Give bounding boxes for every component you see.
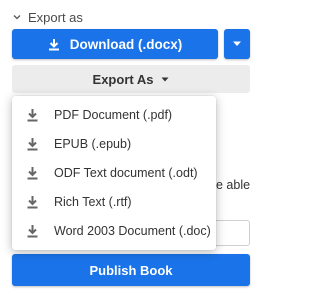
chevron-down-icon — [13, 15, 21, 20]
menu-item-epub[interactable]: EPUB (.epub) — [12, 130, 216, 159]
menu-item-label: PDF Document (.pdf) — [54, 108, 173, 123]
menu-item-label: Rich Text (.rtf) — [54, 194, 132, 209]
publish-book-button[interactable]: Publish Book — [12, 254, 250, 286]
export-as-label: Export As — [92, 71, 154, 87]
download-icon — [27, 138, 38, 151]
caret-down-icon — [161, 77, 169, 81]
publish-label: Publish Book — [89, 262, 173, 278]
menu-item-doc[interactable]: Word 2003 Document (.doc) — [12, 216, 216, 245]
caret-down-icon — [233, 41, 241, 46]
menu-item-pdf[interactable]: PDF Document (.pdf) — [12, 101, 216, 130]
download-options-button[interactable] — [224, 29, 250, 59]
download-icon — [27, 166, 38, 180]
download-icon — [27, 224, 38, 238]
export-as-button[interactable]: Export As — [12, 65, 250, 93]
menu-item-label: Word 2003 Document (.doc) — [54, 223, 211, 238]
download-icon — [27, 195, 38, 209]
download-label: Download (.docx) — [69, 36, 183, 52]
download-icon — [27, 109, 38, 122]
menu-item-label: ODF Text document (.odt) — [54, 165, 198, 180]
download-split-button: Download (.docx) — [12, 29, 250, 59]
menu-item-odt[interactable]: ODF Text document (.odt) — [12, 159, 216, 188]
download-icon — [48, 38, 59, 50]
section-title: Export as — [28, 9, 83, 25]
export-as-menu: PDF Document (.pdf) EPUB (.epub) ODF Tex… — [12, 96, 216, 250]
download-button[interactable]: Download (.docx) — [12, 29, 218, 59]
background-text: e able — [216, 178, 251, 192]
export-section-toggle[interactable]: Export as — [12, 7, 83, 27]
menu-item-label: EPUB (.epub) — [54, 137, 132, 152]
menu-item-rtf[interactable]: Rich Text (.rtf) — [12, 187, 216, 216]
